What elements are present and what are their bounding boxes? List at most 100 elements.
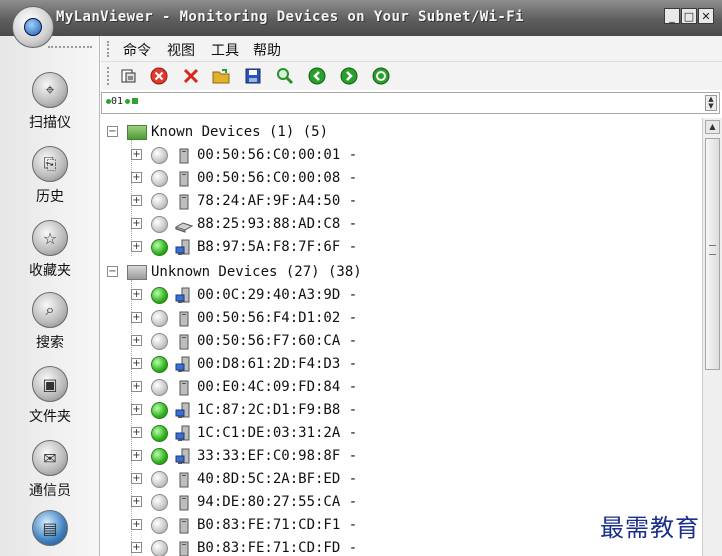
tree-row-device[interactable]: + 78:24:AF:9F:A4:50 -: [101, 190, 691, 213]
expand-icon[interactable]: +: [131, 381, 142, 392]
online-status-icon: [151, 356, 168, 373]
sidebar-grip: [48, 46, 92, 48]
find-button[interactable]: [275, 66, 295, 86]
sidebar-item-subnet[interactable]: ▤: [0, 510, 100, 556]
expand-icon[interactable]: +: [131, 358, 142, 369]
address-square-icon: [132, 98, 139, 104]
delete-x-icon: [183, 68, 199, 84]
maximize-button[interactable]: □: [681, 8, 697, 24]
group-folder-icon: [127, 265, 147, 280]
expand-icon[interactable]: +: [131, 473, 142, 484]
device-tree: − Known Devices (1) (5) + 00:50:56:C0:00…: [101, 118, 702, 556]
network-pc-icon: [175, 402, 190, 418]
group-label: Known Devices (1) (5): [151, 124, 329, 140]
sidebar-item-scanner[interactable]: ⌖ 扫描仪: [0, 72, 100, 142]
refresh-document-button[interactable]: [119, 66, 139, 86]
tree-row-device[interactable]: + B8:97:5A:F8:7F:6F -: [101, 236, 691, 259]
device-mac: 88:25:93:88:AD:C8 -: [197, 216, 358, 232]
open-button[interactable]: [211, 66, 231, 86]
tree-row-device[interactable]: + 40:8D:5C:2A:BF:ED -: [101, 468, 691, 491]
vertical-scrollbar[interactable]: ▲: [702, 118, 722, 556]
address-status-icon: [125, 98, 131, 104]
expand-icon[interactable]: +: [131, 404, 142, 415]
tree-row-device[interactable]: + 1C:87:2C:D1:F9:B8 -: [101, 399, 691, 422]
device-mac: B0:83:FE:71:CD:F1 -: [197, 517, 358, 533]
expand-icon[interactable]: +: [131, 450, 142, 461]
scroll-thumb[interactable]: [705, 138, 720, 370]
device-mac: 00:50:56:F7:60:CA -: [197, 333, 358, 349]
minimize-button[interactable]: _: [664, 8, 680, 24]
group-label: Unknown Devices (27) (38): [151, 264, 362, 280]
expand-icon[interactable]: +: [131, 289, 142, 300]
menu-item-tools[interactable]: 工具: [211, 40, 239, 60]
window-title: MyLanViewer - Monitoring Devices on Your…: [56, 9, 524, 25]
expand-icon[interactable]: +: [131, 195, 142, 206]
tree-row-device[interactable]: + 33:33:EF:C0:98:8F -: [101, 445, 691, 468]
tree-row-device[interactable]: + 00:0C:29:40:A3:9D -: [101, 284, 691, 307]
device-mac: 00:50:56:F4:D1:02 -: [197, 310, 358, 326]
tree-row-device[interactable]: + 00:D8:61:2D:F4:D3 -: [101, 353, 691, 376]
menu-item-help[interactable]: 帮助: [253, 40, 281, 60]
network-pc-icon: [175, 287, 190, 303]
collapse-icon[interactable]: −: [107, 266, 118, 277]
sidebar-item-messenger[interactable]: ✉ 通信员: [0, 440, 100, 510]
back-button[interactable]: [307, 66, 327, 86]
stop-scan-button[interactable]: [149, 66, 169, 86]
expand-icon[interactable]: +: [131, 542, 142, 553]
collapse-icon[interactable]: −: [107, 126, 118, 137]
expand-icon[interactable]: +: [131, 218, 142, 229]
menu-grip: [107, 41, 109, 57]
tree-group-known[interactable]: − Known Devices (1) (5): [101, 121, 691, 144]
device-mac: B8:97:5A:F8:7F:6F -: [197, 239, 358, 255]
expand-icon[interactable]: +: [131, 496, 142, 507]
device-mac: 40:8D:5C:2A:BF:ED -: [197, 471, 358, 487]
tree-group-unknown[interactable]: − Unknown Devices (27) (38): [101, 261, 691, 284]
offline-status-icon: [151, 170, 168, 187]
group-folder-icon: [127, 125, 147, 140]
computer-icon: [179, 380, 189, 396]
toolbar-grip: [107, 67, 109, 85]
sidebar-item-search[interactable]: ⌕ 搜索: [0, 292, 100, 362]
expand-icon[interactable]: +: [131, 241, 142, 252]
forward-button[interactable]: [339, 66, 359, 86]
tree-row-device[interactable]: + 00:E0:4C:09:FD:84 -: [101, 376, 691, 399]
online-status-icon: [151, 239, 168, 256]
device-mac: 00:50:56:C0:00:08 -: [197, 170, 358, 186]
tree-row-device[interactable]: + 1C:C1:DE:03:31:2A -: [101, 422, 691, 445]
network-pc-icon: [175, 425, 190, 441]
folder-icon: ▣: [32, 366, 68, 402]
tree-row-device[interactable]: + 00:50:56:C0:00:01 -: [101, 144, 691, 167]
menu-item-view[interactable]: 视图: [167, 40, 195, 60]
tree-row-device[interactable]: + 88:25:93:88:AD:C8 -: [101, 213, 691, 236]
close-button[interactable]: ✕: [698, 8, 714, 24]
save-button[interactable]: [243, 66, 263, 86]
sidebar-item-folders[interactable]: ▣ 文件夹: [0, 366, 100, 436]
offline-status-icon: [151, 494, 168, 511]
tree-row-device[interactable]: + 00:50:56:C0:00:08 -: [101, 167, 691, 190]
scroll-up-button[interactable]: ▲: [705, 120, 720, 134]
expand-icon[interactable]: +: [131, 519, 142, 530]
history-door-icon: ⎘: [32, 146, 68, 182]
expand-icon[interactable]: +: [131, 149, 142, 160]
sidebar-item-label: 历史: [36, 189, 64, 205]
computer-icon: [179, 472, 189, 488]
menu-item-command[interactable]: 命令: [123, 40, 151, 60]
address-bar[interactable]: 01 ▲ ▼: [101, 92, 720, 114]
refresh-button[interactable]: [371, 66, 391, 86]
sidebar-item-favorites[interactable]: ☆ 收藏夹: [0, 220, 100, 290]
expand-icon[interactable]: +: [131, 335, 142, 346]
expand-icon[interactable]: +: [131, 312, 142, 323]
address-spinner[interactable]: ▲ ▼: [705, 95, 717, 111]
expand-icon[interactable]: +: [131, 172, 142, 183]
delete-button[interactable]: [181, 66, 201, 86]
tree-row-device[interactable]: + 00:50:56:F7:60:CA -: [101, 330, 691, 353]
offline-status-icon: [151, 310, 168, 327]
address-value: 01: [106, 96, 139, 107]
scroll-grip-icon: [709, 245, 716, 255]
computer-icon: [179, 495, 189, 511]
app-logo[interactable]: [12, 6, 54, 48]
expand-icon[interactable]: +: [131, 427, 142, 438]
tree-row-device[interactable]: + 00:50:56:F4:D1:02 -: [101, 307, 691, 330]
sidebar-item-history[interactable]: ⎘ 历史: [0, 146, 100, 216]
scanner-icon: ⌖: [32, 72, 68, 108]
